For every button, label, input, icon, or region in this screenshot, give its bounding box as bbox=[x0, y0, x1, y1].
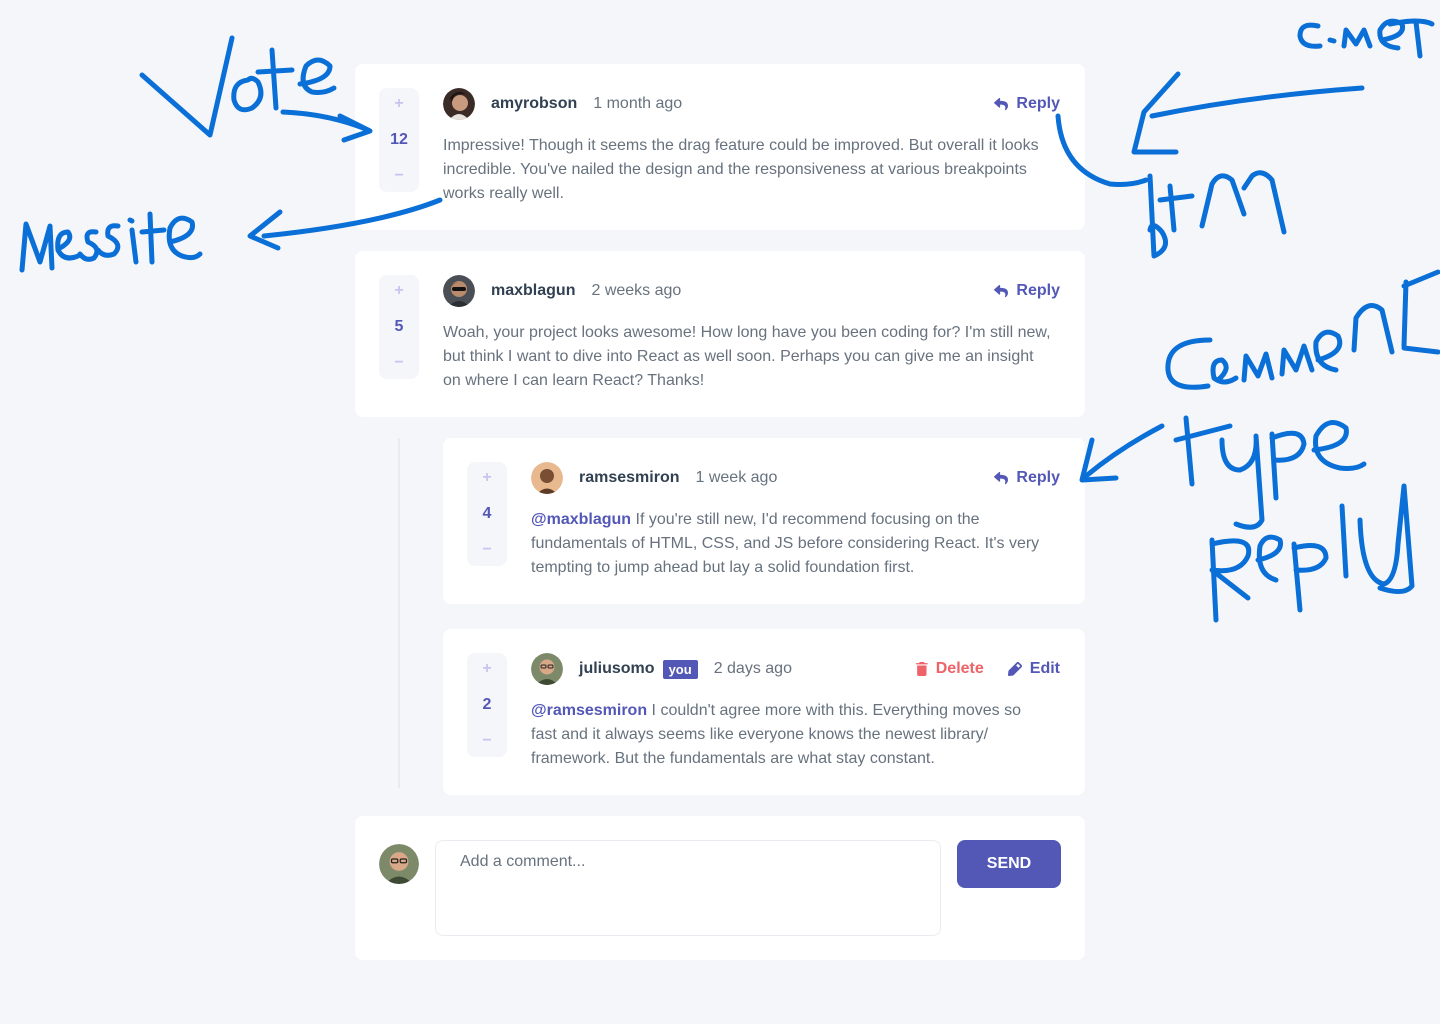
upvote-button[interactable]: + bbox=[394, 283, 403, 299]
avatar bbox=[443, 88, 475, 120]
comment-text: Impressive! Though it seems the drag fea… bbox=[443, 137, 1039, 202]
avatar bbox=[531, 462, 563, 494]
reply-icon bbox=[994, 284, 1009, 297]
comment-actions: Reply bbox=[994, 88, 1060, 120]
comment-card: + 12 − amyrobson 1 month ago Reply Impre bbox=[355, 64, 1085, 230]
downvote-button[interactable]: − bbox=[394, 168, 403, 184]
mention-link[interactable]: @maxblagun bbox=[531, 511, 631, 528]
comment-text: Woah, your project looks awesome! How lo… bbox=[443, 324, 1051, 389]
comment-actions: Reply bbox=[994, 275, 1060, 307]
vote-widget: + 2 − bbox=[467, 653, 507, 757]
send-button[interactable]: SEND bbox=[957, 840, 1061, 888]
comment-header: juliusomo you 2 days ago bbox=[531, 653, 792, 685]
thread-line bbox=[398, 438, 400, 788]
comment-actions: Reply bbox=[994, 462, 1060, 494]
downvote-button[interactable]: − bbox=[394, 355, 403, 371]
upvote-button[interactable]: + bbox=[482, 470, 491, 486]
upvote-button[interactable]: + bbox=[394, 96, 403, 112]
reply-label: Reply bbox=[1016, 95, 1060, 112]
avatar bbox=[531, 653, 563, 685]
reply-icon bbox=[994, 471, 1009, 484]
edit-label: Edit bbox=[1029, 660, 1060, 677]
reply-label: Reply bbox=[1016, 469, 1060, 486]
mention-link[interactable]: @ramsesmiron bbox=[531, 702, 647, 719]
vote-count: 4 bbox=[482, 505, 492, 522]
comments-page: + 12 − amyrobson 1 month ago Reply Impre bbox=[0, 0, 1440, 1024]
reply-button[interactable]: Reply bbox=[994, 95, 1060, 113]
timestamp: 1 week ago bbox=[695, 469, 778, 486]
upvote-button[interactable]: + bbox=[482, 661, 491, 677]
downvote-button[interactable]: − bbox=[482, 542, 491, 558]
comment-header: amyrobson 1 month ago bbox=[443, 88, 682, 120]
pencil-icon bbox=[1007, 662, 1022, 676]
comment-text: @maxblagun If you're still new, I'd reco… bbox=[531, 508, 1061, 580]
timestamp: 2 days ago bbox=[713, 660, 792, 677]
reply-label: Reply bbox=[1016, 282, 1060, 299]
reply-button[interactable]: Reply bbox=[994, 469, 1060, 487]
comment-header: ramsesmiron 1 week ago bbox=[531, 462, 777, 494]
timestamp: 1 month ago bbox=[593, 95, 683, 112]
vote-count: 2 bbox=[482, 696, 492, 713]
comment-card: + 5 − maxblagun 2 weeks ago Reply Woah, … bbox=[355, 251, 1085, 417]
comment-text: @ramsesmiron I couldn't agree more with … bbox=[531, 699, 1051, 771]
comment-input[interactable] bbox=[435, 840, 941, 936]
vote-widget: + 5 − bbox=[379, 275, 419, 379]
username[interactable]: juliusomo bbox=[579, 660, 655, 678]
username[interactable]: maxblagun bbox=[491, 282, 575, 300]
delete-button[interactable]: Delete bbox=[915, 660, 984, 678]
you-badge: you bbox=[662, 659, 698, 679]
username[interactable]: ramsesmiron bbox=[579, 469, 680, 487]
timestamp: 2 weeks ago bbox=[591, 282, 682, 299]
comment-actions: Delete Edit bbox=[915, 653, 1060, 685]
trash-icon bbox=[915, 662, 928, 676]
username[interactable]: amyrobson bbox=[491, 95, 577, 113]
avatar bbox=[379, 844, 419, 884]
reply-icon bbox=[994, 97, 1009, 110]
downvote-button[interactable]: − bbox=[482, 733, 491, 749]
vote-count: 5 bbox=[394, 318, 404, 335]
vote-widget: + 12 − bbox=[379, 88, 419, 192]
edit-button[interactable]: Edit bbox=[1007, 660, 1060, 678]
vote-widget: + 4 − bbox=[467, 462, 507, 566]
reply-button[interactable]: Reply bbox=[994, 282, 1060, 300]
reply-card: + 4 − ramsesmiron 1 week ago Reply @maxb… bbox=[443, 438, 1085, 604]
delete-label: Delete bbox=[935, 660, 984, 677]
reply-card: + 2 − juliusomo you 2 days ago Delete Ed… bbox=[443, 629, 1085, 795]
vote-count: 12 bbox=[390, 131, 408, 148]
avatar bbox=[443, 275, 475, 307]
comment-header: maxblagun 2 weeks ago bbox=[443, 275, 681, 307]
